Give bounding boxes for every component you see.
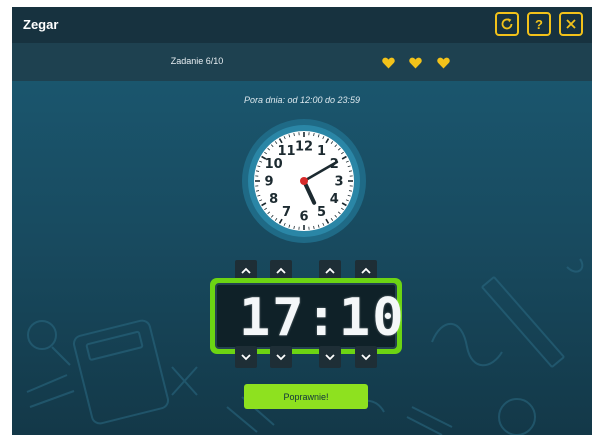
chevron-down-icon	[241, 354, 251, 361]
time-range-hint: Pora dnia: od 12:00 do 23:59	[243, 95, 361, 105]
chevron-down-icon	[361, 354, 371, 361]
game-window: Zegar ? Zadanie 6/10 Pora dnia: od 12:00…	[12, 7, 592, 435]
heart-icon	[382, 57, 395, 69]
minute-units-down-button[interactable]	[355, 346, 377, 368]
clock-number: 10	[265, 157, 283, 172]
refresh-icon	[501, 18, 513, 30]
digital-time: 17:10	[239, 288, 406, 348]
submit-button[interactable]: Poprawnie!	[244, 384, 368, 409]
lives	[382, 56, 460, 74]
clock-number: 4	[330, 192, 339, 207]
chevron-down-icon	[325, 354, 335, 361]
clock-number: 3	[334, 175, 343, 190]
app-title: Zegar	[23, 17, 59, 32]
chevron-up-icon	[276, 267, 286, 274]
restart-button[interactable]	[495, 12, 519, 36]
minute-tens-down-button[interactable]	[319, 346, 341, 368]
task-counter: Zadanie 6/10	[170, 56, 224, 66]
clock-number: 12	[295, 140, 313, 155]
clock-number: 6	[299, 210, 308, 225]
close-button[interactable]	[559, 12, 583, 36]
clock-number: 11	[277, 144, 295, 159]
heart-icon	[437, 57, 450, 69]
title-bar: Zegar ?	[12, 7, 592, 43]
digital-clock: 17:10	[210, 278, 406, 354]
hour-tens-down-button[interactable]	[235, 346, 257, 368]
hour-units-down-button[interactable]	[270, 346, 292, 368]
chevron-down-icon	[276, 354, 286, 361]
chevron-up-icon	[325, 267, 335, 274]
clock-number: 5	[317, 205, 326, 220]
help-button[interactable]: ?	[527, 12, 551, 36]
clock-number: 7	[282, 205, 291, 220]
close-icon	[566, 19, 576, 29]
clock-number: 8	[269, 192, 278, 207]
task-bar: Zadanie 6/10	[12, 43, 592, 81]
chevron-up-icon	[241, 267, 251, 274]
clock-number: 1	[317, 144, 326, 159]
heart-icon	[409, 57, 423, 69]
chevron-up-icon	[361, 267, 371, 274]
digital-clock-screen: 17:10	[215, 283, 406, 349]
clock-center	[300, 177, 308, 185]
clock-number: 9	[264, 175, 273, 190]
analog-clock: 121234567891011	[242, 119, 366, 243]
